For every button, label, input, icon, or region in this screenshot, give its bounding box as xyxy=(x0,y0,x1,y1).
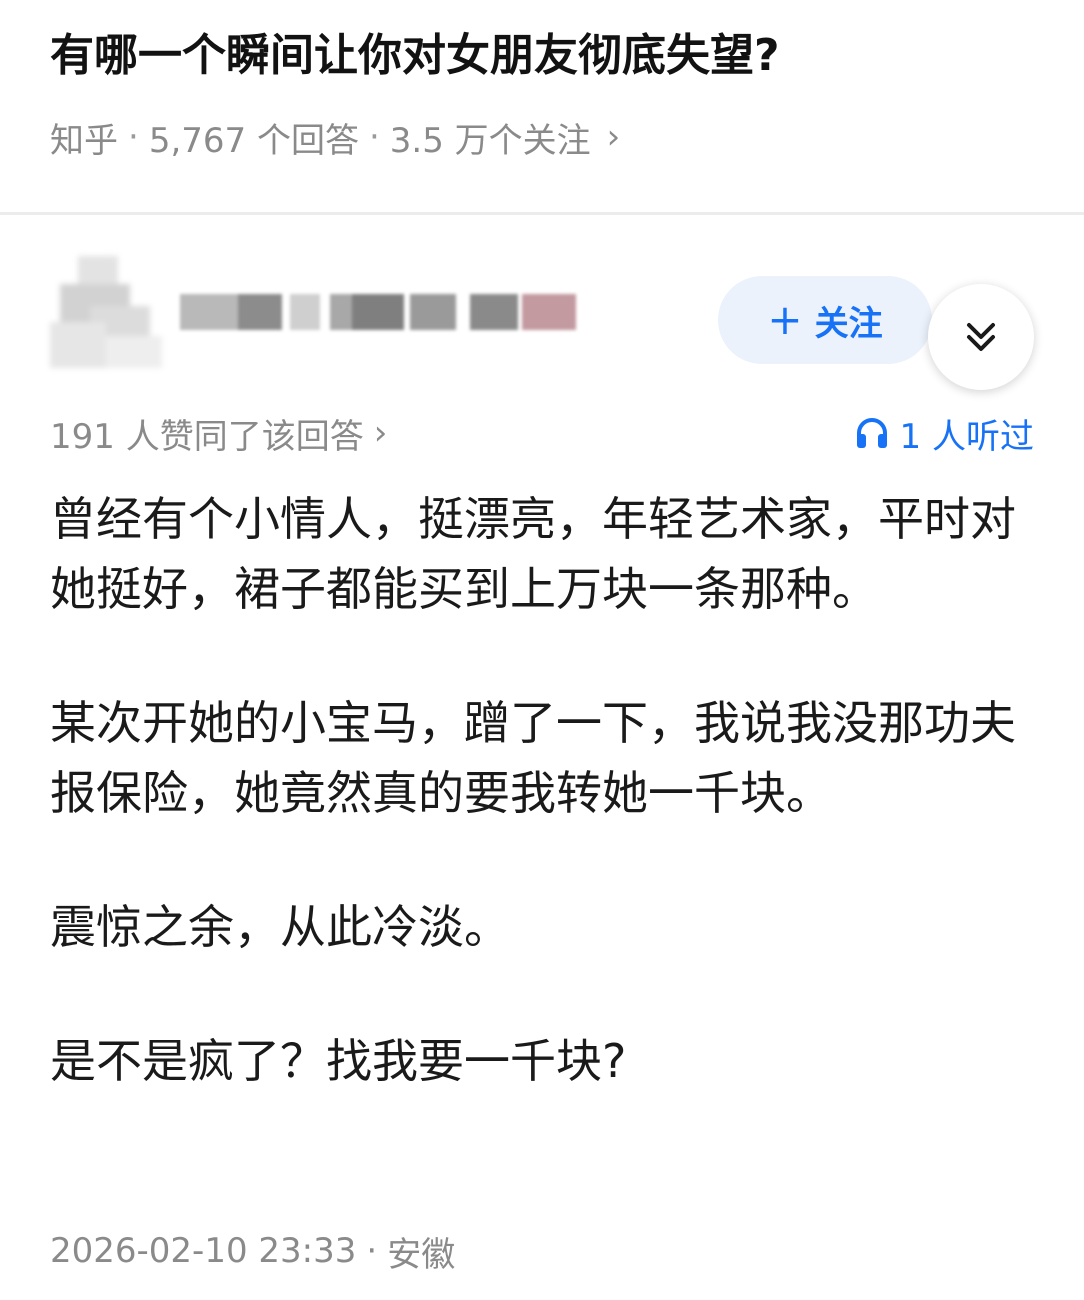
answer-paragraph: 是不是疯了？找我要一千块? xyxy=(50,1034,627,1088)
likes-summary[interactable]: 191 人赞同了该回答 › xyxy=(50,406,387,460)
answer-body: 曾经有个小情人，挺漂亮，年轻艺术家，平时对她挺好，裙子都能买到上万块一条那种。 … xyxy=(50,484,1040,1160)
listened-link[interactable]: 1 人听过 xyxy=(854,406,1034,460)
meta-separator: · xyxy=(128,117,139,157)
source-label: 知乎 xyxy=(50,120,118,161)
answer-timestamp: 2026-02-10 23:33 · 安徽 xyxy=(50,1224,455,1278)
headphones-icon xyxy=(856,418,887,448)
section-divider xyxy=(0,212,1084,215)
answer-count: 5,767 个回答 xyxy=(148,120,359,161)
location-text: 安徽 xyxy=(387,1234,456,1275)
expand-button[interactable] xyxy=(928,284,1034,390)
answer-paragraph: 震惊之余，从此冷淡。 xyxy=(50,900,510,954)
chevron-right-icon: › xyxy=(373,413,388,453)
answer-paragraph: 某次开她的小宝马，蹭了一下，我说我没那功夫报保险，她竟然真的要我转她一千块。 xyxy=(50,696,1016,820)
author-name-blurred[interactable] xyxy=(180,286,580,340)
chevron-right-icon: › xyxy=(606,117,621,157)
plus-icon: + xyxy=(767,295,803,344)
question-meta[interactable]: 知乎 · 5,767 个回答 · 3.5 万个关注 › xyxy=(50,112,620,162)
answer-paragraph: 曾经有个小情人，挺漂亮，年轻艺术家，平时对她挺好，裙子都能买到上万块一条那种。 xyxy=(50,492,1016,616)
listened-text: 1 人听过 xyxy=(899,416,1034,457)
timestamp-text: 2026-02-10 23:33 xyxy=(50,1231,357,1271)
follower-count: 3.5 万个关注 xyxy=(389,120,591,161)
double-chevron-down-icon xyxy=(967,323,995,351)
meta-separator: · xyxy=(366,1231,378,1271)
question-title[interactable]: 有哪一个瞬间让你对女朋友彻底失望? xyxy=(50,24,1050,88)
avatar[interactable] xyxy=(50,256,162,368)
follow-label: 关注 xyxy=(814,303,883,344)
likes-text: 191 人赞同了该回答 xyxy=(50,416,364,457)
meta-separator: · xyxy=(368,117,380,157)
follow-button[interactable]: + 关注 xyxy=(718,276,932,364)
